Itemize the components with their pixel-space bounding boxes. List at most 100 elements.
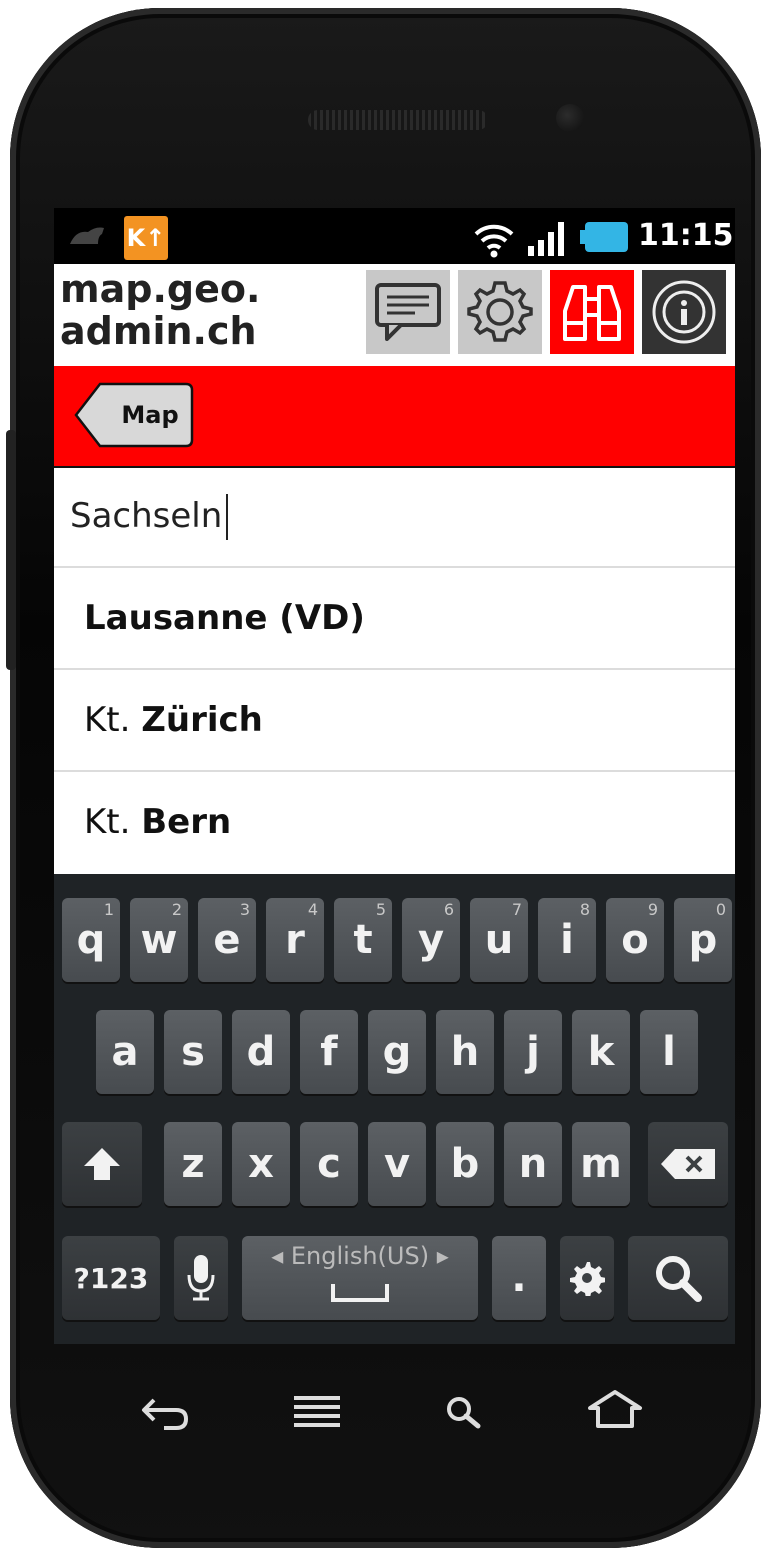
result-name: Lausanne (VD)	[84, 598, 365, 638]
key-label: i	[560, 917, 574, 963]
search-hardware-icon[interactable]	[444, 1394, 486, 1430]
key-number-hint: 5	[375, 900, 386, 919]
search-key[interactable]	[628, 1236, 728, 1320]
key-label: z	[181, 1141, 205, 1187]
key-number-hint: 4	[307, 900, 318, 919]
key-u[interactable]: 7u	[470, 898, 528, 982]
gear-icon	[570, 1262, 605, 1296]
key-c[interactable]: c	[300, 1122, 358, 1206]
key-label: d	[246, 1029, 276, 1075]
key-k[interactable]: k	[572, 1010, 630, 1094]
result-text: Lausanne (VD)	[84, 568, 365, 668]
key-label: t	[353, 917, 373, 963]
key-r[interactable]: 4r	[266, 898, 324, 982]
back-to-map-button[interactable]: Map	[74, 382, 194, 448]
keyboard-settings-key[interactable]	[560, 1236, 614, 1320]
menu-icon[interactable]	[292, 1394, 342, 1430]
key-number-hint: 8	[579, 900, 590, 919]
backspace-key[interactable]	[648, 1122, 728, 1206]
key-label: o	[621, 917, 649, 963]
wifi-icon	[474, 224, 514, 258]
binoculars-icon	[563, 285, 621, 341]
key-label: n	[518, 1141, 548, 1187]
result-prefix: Kt.	[84, 802, 142, 842]
key-label: e	[213, 917, 241, 963]
key-l[interactable]: l	[640, 1010, 698, 1094]
key-w[interactable]: 2w	[130, 898, 188, 982]
settings-button[interactable]	[458, 270, 542, 354]
voice-input-key[interactable]	[174, 1236, 228, 1320]
soft-keyboard: 1q2w3e4r5t6y7u8i9o0p asdfghjkl zxcvbnm ?…	[54, 874, 735, 1344]
key-f[interactable]: f	[300, 1010, 358, 1094]
status-bar: K↑ 11:15	[54, 208, 735, 264]
key-s[interactable]: s	[164, 1010, 222, 1094]
spacebar-icon	[331, 1284, 389, 1302]
key-j[interactable]: j	[504, 1010, 562, 1094]
symbols-key-label: ?123	[73, 1261, 149, 1295]
key-number-hint: 3	[239, 900, 250, 919]
space-key[interactable]: ◂ English(US) ▸	[242, 1236, 478, 1320]
key-label: h	[450, 1029, 480, 1075]
key-number-hint: 7	[511, 900, 522, 919]
app-header: map.geo. admin.ch	[54, 264, 735, 364]
screen: K↑ 11:15 map.geo. admin.ch Map Sachseln …	[54, 208, 735, 1344]
key-label: g	[382, 1029, 412, 1075]
key-m[interactable]: m	[572, 1122, 630, 1206]
search-places-button[interactable]	[550, 270, 634, 354]
front-camera	[556, 104, 584, 132]
key-p[interactable]: 0p	[674, 898, 732, 982]
key-b[interactable]: b	[436, 1122, 494, 1206]
key-t[interactable]: 5t	[334, 898, 392, 982]
key-a[interactable]: a	[96, 1010, 154, 1094]
notification-icon	[70, 227, 104, 244]
feedback-button[interactable]	[366, 270, 450, 354]
key-label: m	[580, 1141, 622, 1187]
result-item[interactable]: Kt. Bern	[54, 772, 735, 872]
result-item[interactable]: Kt. Zürich	[54, 670, 735, 772]
key-label: s	[181, 1029, 205, 1075]
key-e[interactable]: 3e	[198, 898, 256, 982]
key-h[interactable]: h	[436, 1010, 494, 1094]
search-input[interactable]	[70, 488, 710, 544]
speech-bubble-icon	[375, 283, 441, 341]
key-label: b	[450, 1141, 480, 1187]
key-q[interactable]: 1q	[62, 898, 120, 982]
key-v[interactable]: v	[368, 1122, 426, 1206]
result-prefix: Kt.	[84, 700, 142, 740]
result-item[interactable]: Lausanne (VD)	[54, 568, 735, 670]
navigation-bar: Map	[54, 366, 735, 468]
back-icon[interactable]	[140, 1392, 190, 1432]
period-key[interactable]: .	[492, 1236, 546, 1320]
symbols-key[interactable]: ?123	[62, 1236, 160, 1320]
key-y[interactable]: 6y	[402, 898, 460, 982]
language-label: ◂ English(US) ▸	[271, 1242, 449, 1270]
key-number-hint: 1	[103, 900, 114, 919]
key-number-hint: 0	[715, 900, 726, 919]
search-row	[54, 468, 735, 568]
info-button[interactable]	[642, 270, 726, 354]
key-i[interactable]: 8i	[538, 898, 596, 982]
key-o[interactable]: 9o	[606, 898, 664, 982]
key-n[interactable]: n	[504, 1122, 562, 1206]
key-number-hint: 2	[171, 900, 182, 919]
backspace-icon	[661, 1149, 715, 1179]
brand-logo[interactable]: map.geo. admin.ch	[60, 268, 360, 352]
key-label: w	[140, 917, 178, 963]
home-icon[interactable]	[586, 1388, 644, 1430]
key-x[interactable]: x	[232, 1122, 290, 1206]
clock: 11:15	[638, 218, 734, 253]
result-name: Zürich	[141, 700, 263, 740]
back-button-label: Map	[121, 401, 179, 429]
key-label: u	[484, 917, 514, 963]
shift-arrow-icon	[84, 1148, 120, 1180]
key-label: v	[383, 1141, 411, 1187]
microphone-icon	[187, 1255, 215, 1301]
result-name: Bern	[141, 802, 232, 842]
shift-key[interactable]	[62, 1122, 142, 1206]
key-d[interactable]: d	[232, 1010, 290, 1094]
battery-icon	[580, 222, 628, 252]
key-g[interactable]: g	[368, 1010, 426, 1094]
info-icon	[652, 280, 716, 344]
key-z[interactable]: z	[164, 1122, 222, 1206]
brand-line-1: map.geo.	[60, 267, 261, 311]
